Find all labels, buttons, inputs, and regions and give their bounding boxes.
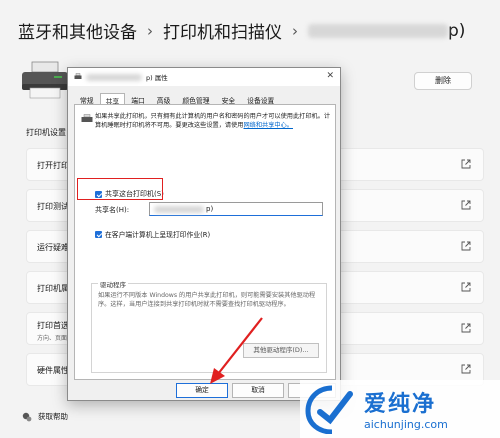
external-link-icon	[461, 364, 471, 374]
share-name-label: 共享名(H):	[95, 206, 130, 214]
sharing-panel: 如果共享此打印机，只有拥有此计算机的用户名和密码的用户才可以使用此打印机。计算机…	[74, 104, 336, 380]
section-label: 打印机设置	[26, 128, 66, 137]
drivers-group-title: 驱动程序	[98, 279, 128, 289]
row-label: 打印机属	[37, 284, 69, 293]
render-on-client-option[interactable]: 在客户端计算机上呈现打印作业(R)	[95, 229, 210, 239]
printer-icon	[74, 73, 82, 79]
additional-drivers-button[interactable]: 其他驱动程序(D)...	[243, 343, 319, 358]
row-label: 打印首选	[37, 321, 69, 330]
remove-button[interactable]: 删除	[414, 72, 472, 90]
cancel-button[interactable]: 取消	[232, 383, 284, 398]
breadcrumb-printer-name: p)	[308, 21, 465, 41]
watermark-cn: 爱纯净	[364, 392, 437, 417]
sharing-description: 如果共享此打印机，只有拥有此计算机的用户名和密码的用户才可以使用此打印机。计算机…	[95, 113, 331, 129]
ok-button[interactable]: 确定	[176, 383, 228, 398]
row-label: 打印测试	[37, 202, 69, 211]
row-label: 硬件属性	[37, 366, 69, 375]
external-link-icon	[461, 282, 471, 292]
chevron-right-icon: ›	[147, 21, 153, 40]
watermark: 爱纯净 aichunjing.com	[300, 380, 500, 438]
drivers-group: 驱动程序 如果运行不同版本 Windows 的用户共享此打印机，则可能需要安装其…	[91, 279, 327, 373]
row-label: 打开打印	[37, 161, 69, 170]
watermark-logo	[305, 385, 353, 434]
dialog-title-bar: p) 属性 ✕	[68, 68, 340, 86]
breadcrumb: 蓝牙和其他设备 › 打印机和扫描仪 › p)	[18, 18, 465, 44]
render-on-client-checkbox[interactable]	[95, 230, 102, 238]
network-sharing-center-link[interactable]: 网络和共享中心。	[244, 122, 294, 129]
drivers-description: 如果运行不同版本 Windows 的用户共享此打印机，则可能需要安装其他驱动程序…	[98, 292, 316, 308]
row-sublabel: 方向、页面	[37, 335, 68, 342]
watermark-en: aichunjing.com	[364, 418, 448, 431]
dialog-title: p) 属性	[146, 74, 168, 82]
help-icon	[22, 412, 32, 421]
chevron-right-icon: ›	[292, 21, 298, 40]
breadcrumb-printers[interactable]: 打印机和扫描仪	[163, 18, 282, 43]
render-on-client-label: 在客户端计算机上呈现打印作业(R)	[105, 231, 211, 239]
row-label: 运行疑难	[37, 243, 69, 252]
highlight-box	[77, 178, 163, 200]
close-icon[interactable]: ✕	[326, 71, 334, 81]
breadcrumb-bluetooth[interactable]: 蓝牙和其他设备	[18, 18, 137, 43]
printer-icon	[22, 61, 68, 99]
external-link-icon	[461, 159, 471, 169]
external-link-icon	[461, 323, 471, 333]
printer-icon	[81, 114, 93, 122]
external-link-icon	[461, 200, 471, 210]
share-name-input[interactable]: p)	[149, 202, 323, 216]
get-help-label: 获取帮助	[38, 412, 68, 421]
printer-properties-dialog: p) 属性 ✕ 常规 共享 端口 高级 颜色管理 安全 设备设置 如果共享此打印…	[67, 67, 341, 401]
get-help-link[interactable]: 获取帮助	[22, 411, 68, 422]
external-link-icon	[461, 241, 471, 251]
